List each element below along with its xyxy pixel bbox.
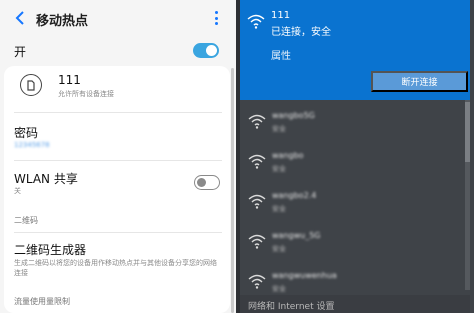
connected-network-name: 111 xyxy=(271,10,291,21)
wifi-signal-icon xyxy=(248,233,266,253)
hotspot-master-toggle-row[interactable]: 开 xyxy=(0,38,236,64)
network-name: wangbo5G xyxy=(272,111,315,120)
password-value: 12345678 xyxy=(14,141,50,149)
disconnect-button[interactable]: 断开连接 xyxy=(371,71,468,92)
divider xyxy=(14,160,222,161)
network-security: 安全 xyxy=(272,165,286,173)
network-list-item[interactable]: wangbo5G 安全 xyxy=(240,108,465,146)
wifi-signal-icon xyxy=(248,153,266,173)
connection-status: 已连接，安全 xyxy=(271,27,331,38)
hotspot-toggle-switch[interactable] xyxy=(193,43,219,58)
app-bar: 移动热点 xyxy=(0,0,236,36)
hotspot-network-icon xyxy=(20,74,42,96)
data-limit-section-header: 流量使用量限制 xyxy=(14,297,70,306)
network-list-item[interactable]: wangwu_5G 安全 xyxy=(240,228,465,266)
network-list-item[interactable]: wangbo 安全 xyxy=(240,148,465,186)
scrollbar[interactable] xyxy=(231,68,234,313)
page-title: 移动热点 xyxy=(36,14,89,29)
network-security: 安全 xyxy=(272,245,286,253)
network-list-item[interactable]: wangbo2.4 安全 xyxy=(240,188,465,226)
hotspot-network-name[interactable]: 111 xyxy=(58,73,81,87)
qr-generator-label[interactable]: 二维码生成器 xyxy=(14,241,86,258)
flyout-scrollbar-thumb[interactable] xyxy=(465,102,470,162)
network-name: wangbo2.4 xyxy=(272,191,317,200)
divider xyxy=(14,232,222,233)
network-name: wangwuwenhua xyxy=(272,271,337,280)
hotspot-toggle-label: 开 xyxy=(14,45,27,59)
back-arrow-icon[interactable] xyxy=(13,11,27,25)
network-name: wangbo xyxy=(272,151,304,160)
qr-generator-description: 生成二维码以将您的设备用作移动热点并与其他设备分享您的网络连接 xyxy=(14,259,217,277)
wlan-share-toggle[interactable] xyxy=(194,175,220,190)
network-name: wangwu_5G xyxy=(272,231,321,240)
more-options-icon[interactable] xyxy=(211,10,221,26)
wlan-share-subtitle: 关 xyxy=(14,187,21,195)
hotspot-network-subtitle: 允许所有设备连接 xyxy=(58,90,114,98)
network-settings-link[interactable]: 网络和 Internet 设置 xyxy=(248,299,334,312)
wifi-signal-icon xyxy=(248,113,266,133)
wifi-signal-icon xyxy=(248,193,266,213)
network-security: 安全 xyxy=(272,125,286,133)
wlan-share-label[interactable]: WLAN 共享 xyxy=(14,170,78,187)
wifi-signal-icon xyxy=(248,273,266,293)
wifi-signal-icon xyxy=(247,13,265,33)
network-security: 安全 xyxy=(272,285,286,293)
qr-section-header: 二维码 xyxy=(14,216,38,225)
password-label[interactable]: 密码 xyxy=(14,124,38,141)
properties-link[interactable]: 属性 xyxy=(271,47,291,62)
hotspot-settings-screen: 移动热点 开 111 允许所有设备连接 密码 12345678 WLAN 共享 … xyxy=(0,0,236,313)
divider xyxy=(14,112,222,113)
network-security: 安全 xyxy=(272,205,286,213)
